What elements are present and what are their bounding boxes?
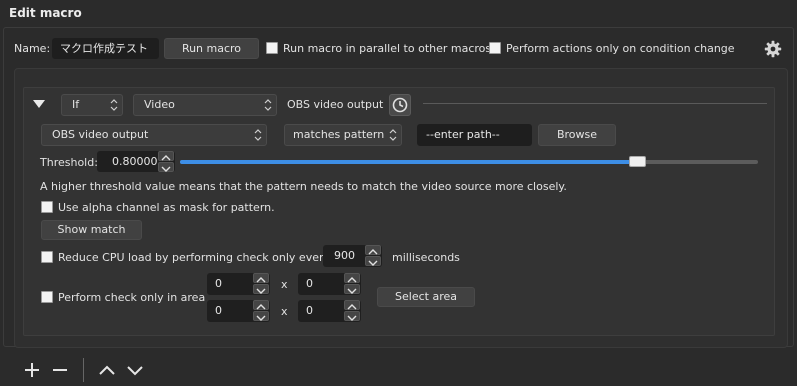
toolbar-divider: [83, 358, 84, 382]
run-parallel-label: Run macro in parallel to other macros: [283, 42, 492, 55]
reduce-cpu-checkbox[interactable]: [41, 251, 53, 263]
area-y1-spinbox[interactable]: 0: [298, 273, 361, 295]
threshold-slider[interactable]: [180, 155, 758, 169]
spin-arrows-icon: [264, 99, 272, 111]
spin-up-button[interactable]: [365, 245, 381, 255]
spin-down-button[interactable]: [344, 311, 360, 321]
logic-select-value: If: [72, 98, 80, 111]
condition-change-checkbox[interactable]: [489, 42, 501, 54]
area-y1-value: 0: [306, 277, 313, 290]
chevron-down-icon: [256, 315, 266, 321]
spin-down-button[interactable]: [253, 311, 269, 321]
show-match-button[interactable]: Show match: [41, 220, 142, 240]
spin-arrows-icon: [389, 129, 397, 141]
threshold-spinbox[interactable]: 0.80000: [97, 151, 175, 172]
alpha-mask-label: Use alpha channel as mask for pattern.: [58, 201, 275, 214]
chevron-up-icon: [347, 304, 357, 310]
path-input[interactable]: --enter path--: [417, 124, 532, 146]
area-x1-spin-buttons[interactable]: [253, 273, 269, 295]
spin-up-button[interactable]: [158, 151, 174, 161]
match-mode-value: matches pattern: [293, 128, 385, 141]
area-y1-spin-buttons[interactable]: [344, 273, 360, 295]
spin-down-button[interactable]: [365, 256, 381, 266]
interval-value: 900: [334, 249, 355, 262]
select-area-button[interactable]: Select area: [377, 287, 475, 307]
area-separator: x: [281, 278, 288, 291]
interval-spinbox[interactable]: 900: [323, 245, 382, 267]
area-x1-value: 0: [215, 277, 222, 290]
area-x2-value: 0: [215, 304, 222, 317]
area-x2-spinbox[interactable]: 0: [207, 300, 270, 322]
spin-up-button[interactable]: [344, 300, 360, 310]
alpha-mask-checkbox[interactable]: [41, 201, 53, 213]
threshold-value: 0.80000: [112, 155, 158, 168]
chevron-up-icon: [347, 277, 357, 283]
reduce-cpu-label: Reduce CPU load by performing check only…: [58, 251, 331, 264]
spin-down-button[interactable]: [158, 162, 174, 172]
threshold-hint: A higher threshold value means that the …: [40, 180, 567, 193]
area-y2-spin-buttons[interactable]: [344, 300, 360, 322]
chevron-down-icon: [256, 288, 266, 294]
condition-summary: OBS video output: [287, 98, 384, 111]
interval-spin-buttons[interactable]: [365, 245, 381, 267]
slider-fill: [180, 160, 638, 164]
area-checkbox[interactable]: [41, 291, 53, 303]
run-parallel-checkbox[interactable]: [266, 42, 278, 54]
spin-arrows-icon: [254, 129, 262, 141]
chevron-up-icon: [256, 277, 266, 283]
condition-change-label: Perform actions only on condition change: [506, 42, 735, 55]
browse-button[interactable]: Browse: [538, 124, 616, 146]
plus-icon[interactable]: [24, 362, 40, 378]
spin-up-button[interactable]: [253, 300, 269, 310]
area-x2-spin-buttons[interactable]: [253, 300, 269, 322]
gear-icon[interactable]: [764, 40, 782, 58]
spin-up-button[interactable]: [344, 273, 360, 283]
header-divider: [423, 103, 767, 104]
area-y2-value: 0: [306, 304, 313, 317]
chevron-down-icon[interactable]: [126, 362, 144, 378]
video-source-select[interactable]: OBS video output: [41, 124, 267, 146]
spin-down-button[interactable]: [344, 284, 360, 294]
run-macro-button[interactable]: Run macro: [164, 38, 259, 59]
condition-type-value: Video: [144, 98, 175, 111]
chevron-down-icon: [347, 288, 357, 294]
name-label: Name:: [14, 42, 51, 55]
threshold-spin-buttons[interactable]: [158, 151, 174, 172]
clock-icon: [392, 97, 408, 113]
spin-up-button[interactable]: [253, 273, 269, 283]
video-source-value: OBS video output: [52, 128, 149, 141]
area-label: Perform check only in area: [58, 291, 206, 304]
threshold-label: Threshold:: [40, 156, 98, 169]
chevron-down-icon: [368, 260, 378, 266]
interval-unit: milliseconds: [392, 251, 460, 264]
panel-title: Edit macro: [9, 6, 82, 20]
duration-button[interactable]: [389, 94, 411, 116]
match-mode-select[interactable]: matches pattern: [284, 124, 402, 146]
chevron-up-icon: [161, 155, 171, 161]
area-separator: x: [281, 305, 288, 318]
triangle-down-icon[interactable]: [33, 99, 45, 108]
area-y2-spinbox[interactable]: 0: [298, 300, 361, 322]
macro-name-input[interactable]: マクロ作成テスト: [52, 38, 159, 59]
area-x1-spinbox[interactable]: 0: [207, 273, 270, 295]
logic-select[interactable]: If: [61, 94, 123, 116]
minus-icon[interactable]: [52, 362, 68, 378]
chevron-up-icon[interactable]: [98, 362, 116, 378]
condition-type-select[interactable]: Video: [133, 94, 277, 116]
spin-down-button[interactable]: [253, 284, 269, 294]
spin-arrows-icon: [110, 99, 118, 111]
chevron-up-icon: [256, 304, 266, 310]
chevron-up-icon: [368, 249, 378, 255]
chevron-down-icon: [347, 315, 357, 321]
slider-handle[interactable]: [629, 156, 646, 167]
chevron-down-icon: [161, 166, 171, 172]
